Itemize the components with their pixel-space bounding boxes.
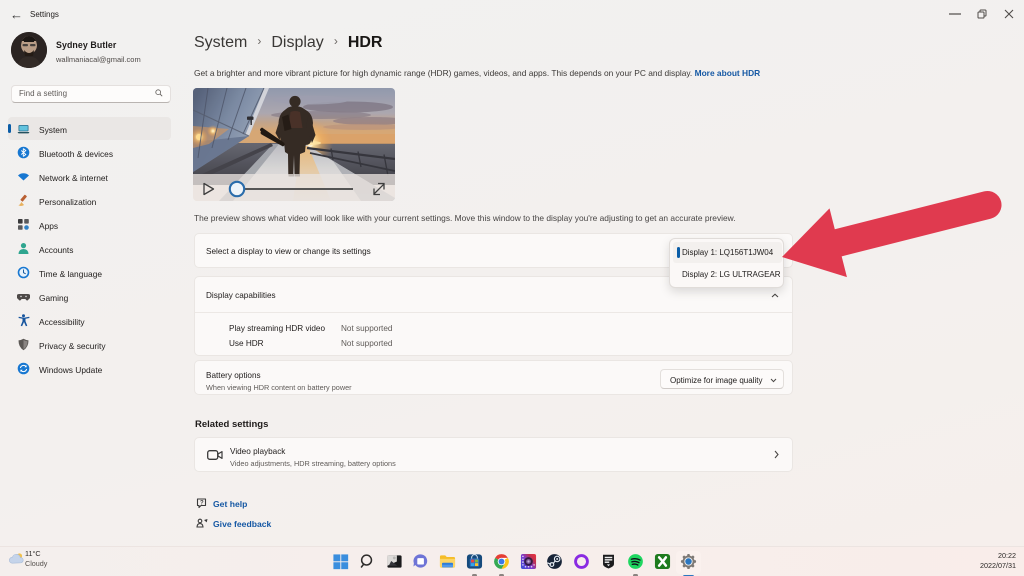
svg-text:?: ?: [200, 501, 204, 507]
